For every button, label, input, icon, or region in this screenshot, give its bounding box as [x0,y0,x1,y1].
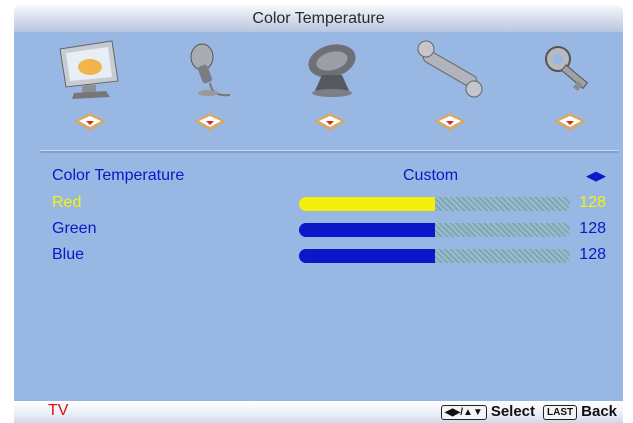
picture-icon[interactable] [52,35,132,145]
menu-icon-row [14,35,623,145]
color-temperature-row[interactable]: Color Temperature Custom ◀▶ [52,165,622,187]
osd-screen: Color Temperature Color Temperature Cust… [0,0,633,423]
menu-title: Color Temperature [14,5,623,32]
footer-bar: TV ◀▶/▲▼ Select LAST Back [14,401,623,423]
audio-icon[interactable] [172,35,252,145]
green-value: 128 [579,220,606,237]
red-row[interactable]: Red 128 [52,192,622,214]
parental-lock-icon[interactable] [532,35,612,145]
key-hints: ◀▶/▲▼ Select LAST Back [440,403,617,420]
red-value: 128 [579,194,606,211]
blue-slider[interactable] [299,249,570,263]
red-label: Red [52,194,82,211]
menu-panel: Color Temperature Color Temperature Cust… [14,5,623,423]
color-temperature-value: Custom [403,167,459,184]
red-slider-fill [299,197,435,211]
green-label: Green [52,220,97,237]
navigate-key-icon: ◀▶/▲▼ [440,405,487,420]
blue-row[interactable]: Blue 128 [52,244,622,266]
green-row[interactable]: Green 128 [52,218,622,240]
blue-value: 128 [579,246,606,263]
blue-slider-fill [299,249,435,263]
green-slider[interactable] [299,223,570,237]
color-temperature-label: Color Temperature [52,167,185,184]
blue-label: Blue [52,246,85,263]
green-slider-fill [299,223,435,237]
select-hint: Select [490,403,536,420]
last-key-icon: LAST [543,405,578,420]
input-source-label: TV [48,402,69,419]
tv-antenna-icon[interactable] [292,35,372,145]
red-slider[interactable] [299,197,570,211]
left-right-arrows-icon[interactable]: ◀▶ [586,165,606,187]
menu-divider [40,150,619,153]
back-hint: Back [581,403,617,420]
setup-icon[interactable] [412,35,492,145]
